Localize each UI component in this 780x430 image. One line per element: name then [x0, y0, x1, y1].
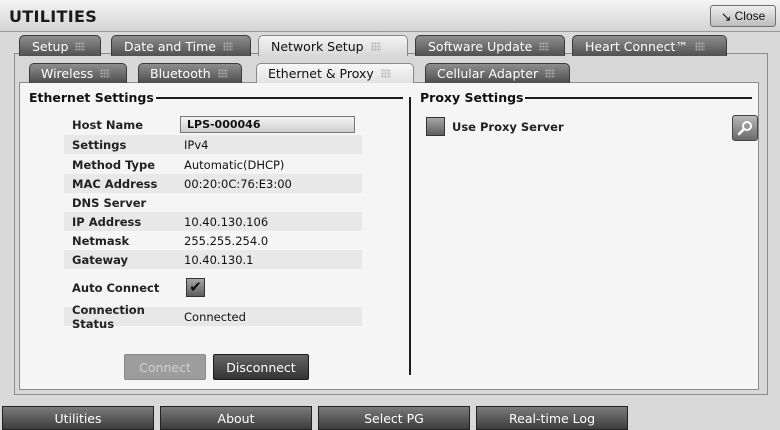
connect-button[interactable]: Connect	[124, 354, 206, 380]
proxy-settings-title: Proxy Settings	[420, 90, 526, 105]
bottom-button-real-time-log[interactable]: Real-time Log	[476, 406, 628, 430]
subtab-label: Ethernet & Proxy	[268, 66, 374, 81]
auto-connect-checkbox[interactable]: ✔	[186, 278, 205, 297]
method-type-row: Method Type Automatic(DHCP)	[64, 155, 362, 174]
tab-label: Software Update	[428, 38, 533, 54]
settings-row: Settings IPv4	[64, 135, 362, 154]
field-value: 255.255.254.0	[184, 233, 269, 248]
subtab-bluetooth[interactable]: Bluetooth	[138, 63, 242, 83]
checkmark-icon: ✔	[189, 278, 202, 296]
ethernet-settings-title: Ethernet Settings	[29, 90, 156, 105]
field-value: Automatic(DHCP)	[184, 157, 285, 172]
subtab-label: Cellular Adapter	[437, 66, 539, 81]
field-value: 10.40.130.1	[184, 252, 254, 267]
title-bar: UTILITIES ↘ Close	[0, 0, 780, 32]
tab-label: Setup	[32, 38, 69, 54]
arrow-icon: ↘	[720, 8, 732, 24]
netmask-row: Netmask 255.255.254.0	[64, 231, 362, 250]
field-label: MAC Address	[72, 176, 158, 191]
grip-icon	[100, 69, 111, 78]
tab-network-setup[interactable]: Network Setup	[258, 35, 408, 56]
subtab-wireless[interactable]: Wireless	[29, 63, 127, 83]
field-value: IPv4	[184, 137, 209, 152]
tab-label: Date and Time	[124, 38, 216, 54]
field-label: Settings	[72, 137, 127, 152]
field-label: IP Address	[72, 214, 142, 229]
app-title: UTILITIES	[9, 7, 98, 26]
grip-icon	[222, 41, 233, 51]
tab-date-and-time[interactable]: Date and Time	[111, 35, 251, 56]
field-label: Netmask	[72, 233, 130, 248]
subtab-label: Bluetooth	[150, 66, 211, 81]
close-label: Close	[734, 9, 766, 23]
bottom-button-utilities[interactable]: Utilities	[2, 406, 154, 430]
grip-icon	[217, 69, 228, 78]
subtab-label: Wireless	[41, 66, 94, 81]
disconnect-button[interactable]: Disconnect	[213, 354, 309, 380]
mac-address-row: MAC Address 00:20:0C:76:E3:00	[64, 174, 362, 193]
field-value: 00:20:0C:76:E3:00	[184, 176, 292, 191]
dns-server-row: DNS Server	[64, 193, 362, 212]
subtab-cellular-adapter[interactable]: Cellular Adapter	[425, 63, 570, 83]
auto-connect-row: Auto Connect	[64, 278, 362, 297]
tab-label: Heart Connect™	[585, 38, 688, 54]
group-divider	[409, 97, 411, 375]
ethernet-group-border	[150, 97, 403, 99]
connection-status-row: Connection Status Connected	[64, 303, 362, 331]
field-label: Method Type	[72, 157, 156, 172]
tab-software-update[interactable]: Software Update	[415, 35, 565, 56]
bottom-button-select-pg[interactable]: Select PG	[318, 406, 470, 430]
host-name-field[interactable]: LPS-000046	[180, 116, 355, 133]
tab-setup[interactable]: Setup	[19, 35, 101, 56]
grip-icon	[75, 41, 86, 51]
host-name-label: Host Name	[72, 117, 144, 132]
grip-icon	[380, 69, 391, 78]
grip-icon	[370, 41, 381, 51]
search-icon	[737, 121, 752, 136]
bottom-button-about[interactable]: About	[160, 406, 312, 430]
field-label: DNS Server	[72, 195, 147, 210]
search-button[interactable]	[732, 115, 758, 141]
connection-status-label: Connection Status	[72, 302, 145, 331]
subtab-ethernet-proxy[interactable]: Ethernet & Proxy	[256, 63, 414, 83]
grip-icon	[545, 69, 556, 78]
close-button[interactable]: ↘ Close	[710, 5, 776, 27]
grip-icon	[539, 41, 550, 51]
connection-status-value: Connected	[184, 309, 246, 324]
proxy-group-border	[522, 97, 752, 99]
field-label: Gateway	[72, 252, 129, 267]
field-value: 10.40.130.106	[184, 214, 269, 229]
use-proxy-checkbox[interactable]	[426, 117, 445, 136]
grip-icon	[694, 41, 705, 51]
auto-connect-label: Auto Connect	[72, 280, 160, 295]
ip-address-row: IP Address 10.40.130.106	[64, 212, 362, 231]
gateway-row: Gateway 10.40.130.1	[64, 250, 362, 269]
tab-heart-connect[interactable]: Heart Connect™	[572, 35, 727, 56]
tab-label: Network Setup	[271, 38, 364, 54]
use-proxy-label: Use Proxy Server	[452, 120, 564, 134]
